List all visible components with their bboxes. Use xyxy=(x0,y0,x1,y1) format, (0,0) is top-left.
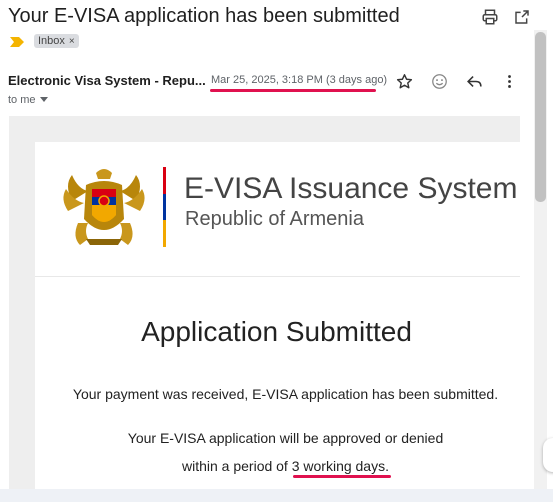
processing-time: 3 working days xyxy=(291,458,386,474)
approval-notice-line-1: Your E-VISA application will be approved… xyxy=(127,430,444,446)
email-date: Mar 25, 2025, 3:18 PM (3 days ago) xyxy=(211,74,388,86)
chevron-down-icon xyxy=(39,97,48,102)
emoji-react-icon[interactable] xyxy=(430,72,448,90)
system-title: E-VISA Issuance System xyxy=(184,172,518,205)
print-icon[interactable] xyxy=(481,8,499,26)
message-actions xyxy=(395,72,518,90)
open-in-new-window-icon[interactable] xyxy=(513,8,531,26)
importance-marker-icon[interactable] xyxy=(10,37,24,47)
remove-label-icon[interactable]: × xyxy=(69,36,75,47)
days-highlight-underline xyxy=(293,475,391,478)
armenian-flag-stripe xyxy=(163,167,166,247)
recipient-details-toggle[interactable]: to me xyxy=(8,94,48,106)
armenia-coat-of-arms-logo xyxy=(63,169,145,245)
side-panel-toggle[interactable] xyxy=(543,438,553,472)
approval-prefix: within a period of xyxy=(181,458,292,474)
approval-notice-line-2: within a period of 3 working days. xyxy=(0,458,553,474)
star-icon[interactable] xyxy=(395,72,413,90)
bottom-edge xyxy=(0,489,553,502)
system-subtitle: Republic of Armenia xyxy=(185,208,364,230)
more-vert-icon[interactable] xyxy=(500,72,518,90)
recipient-text: to me xyxy=(8,94,36,106)
reply-icon[interactable] xyxy=(465,72,483,90)
payment-confirmation-text: Your payment was received, E-VISA applic… xyxy=(72,386,499,402)
date-highlight-underline xyxy=(210,89,376,92)
approval-suffix: . xyxy=(385,458,389,474)
header-divider xyxy=(35,276,520,277)
inbox-label-chip[interactable]: Inbox × xyxy=(34,34,79,48)
label-text: Inbox xyxy=(38,35,65,47)
confirmation-heading: Application Submitted xyxy=(141,316,412,347)
sender-name[interactable]: Electronic Visa System - Repu... xyxy=(8,73,206,88)
scrollbar-thumb[interactable] xyxy=(535,32,546,202)
email-subject: Your E-VISA application has been submitt… xyxy=(8,5,400,27)
thread-actions xyxy=(481,8,531,26)
